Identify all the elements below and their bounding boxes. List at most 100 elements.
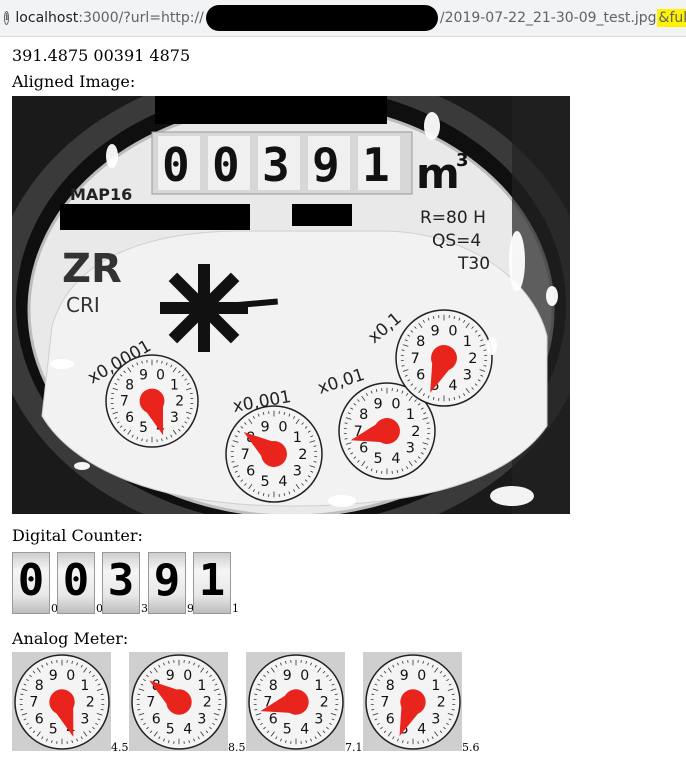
svg-text:0: 0	[300, 668, 309, 684]
svg-text:0: 0	[417, 668, 426, 684]
svg-text:3: 3	[293, 464, 302, 480]
analog-value-3: 7.1	[345, 741, 363, 754]
counter-digit-1: 0	[162, 138, 190, 192]
svg-text:3: 3	[170, 410, 179, 426]
spec-line-2: QS=4	[432, 231, 481, 251]
svg-text:0: 0	[66, 668, 75, 684]
svg-text:6: 6	[125, 410, 134, 426]
svg-text:2: 2	[468, 351, 477, 367]
unit-exponent: 3	[456, 150, 469, 171]
analog-dial-3: 0123456789	[246, 652, 345, 751]
digit-tile-1: 0	[12, 552, 50, 614]
svg-text:9: 9	[283, 668, 292, 684]
analog-value-1: 4.5	[111, 741, 129, 754]
svg-text:3: 3	[80, 711, 89, 727]
info-icon[interactable]: i	[4, 11, 10, 25]
svg-text:9: 9	[139, 367, 148, 383]
svg-text:1: 1	[197, 678, 206, 694]
svg-text:5: 5	[49, 722, 58, 738]
digit-value-5: 1	[232, 602, 239, 615]
svg-text:7: 7	[380, 695, 389, 711]
svg-text:2: 2	[320, 695, 329, 711]
svg-text:8: 8	[359, 407, 368, 423]
svg-text:4: 4	[278, 474, 287, 490]
svg-text:6: 6	[152, 711, 161, 727]
analog-value-2: 8.5	[228, 741, 246, 754]
digit-tile-5: 1	[193, 552, 231, 614]
svg-text:2: 2	[86, 695, 95, 711]
url-tail: /2019-07-22_21-30-09_test.jpg	[439, 10, 657, 26]
svg-text:0: 0	[156, 367, 165, 383]
svg-text:1: 1	[406, 407, 415, 423]
svg-text:0: 0	[278, 419, 287, 435]
digital-counter-label: Digital Counter:	[12, 526, 143, 545]
svg-text:5: 5	[166, 722, 175, 738]
aligned-image-label: Aligned Image:	[12, 72, 136, 91]
unit-label: m	[416, 149, 460, 198]
result-summary: 391.4875 00391 4875	[12, 46, 191, 65]
spec-line-3: T30	[457, 254, 490, 274]
svg-text:1: 1	[80, 678, 89, 694]
svg-text:3: 3	[406, 441, 415, 457]
digit-tile-2: 0	[57, 552, 95, 614]
svg-text:5: 5	[139, 420, 148, 436]
counter-digit-2: 0	[212, 138, 240, 192]
analog-dial-2: 0123456789	[129, 652, 228, 751]
model-label: MAP16	[70, 185, 132, 204]
svg-text:9: 9	[374, 396, 383, 412]
svg-text:7: 7	[241, 447, 250, 463]
aligned-meter-image: 0 0 3 9 1 m 3 MAP16 R=80 H QS=4 T30 ZR C…	[12, 96, 570, 514]
spec-line-1: R=80 H	[420, 208, 486, 228]
svg-text:1: 1	[170, 377, 179, 393]
svg-text:1: 1	[431, 678, 440, 694]
svg-text:5: 5	[261, 474, 270, 490]
counter-digit-4: 9	[312, 138, 340, 192]
svg-text:6: 6	[386, 711, 395, 727]
digit-tile-3: 3	[102, 552, 140, 614]
svg-text:2: 2	[203, 695, 212, 711]
svg-text:4: 4	[448, 378, 457, 394]
url-redaction	[205, 5, 438, 31]
svg-text:2: 2	[175, 394, 184, 410]
svg-text:9: 9	[49, 668, 58, 684]
svg-text:2: 2	[437, 695, 446, 711]
analog-meter-label: Analog Meter:	[12, 629, 129, 648]
svg-text:8: 8	[416, 334, 425, 350]
svg-text:4: 4	[300, 722, 309, 738]
svg-text:9: 9	[261, 419, 270, 435]
url-port-path: :3000/?url=http://	[78, 10, 204, 26]
url-highlight: &full	[656, 9, 686, 27]
svg-text:0: 0	[391, 396, 400, 412]
svg-text:6: 6	[359, 441, 368, 457]
svg-text:9: 9	[166, 668, 175, 684]
url-host: localhost	[15, 10, 79, 26]
browser-url-bar[interactable]: i localhost :3000/?url=http:// /2019-07-…	[0, 0, 686, 37]
analog-dial-4: 0123456789	[363, 652, 462, 751]
svg-text:5: 5	[374, 451, 383, 467]
digit-value-3: 3	[141, 602, 148, 615]
brand-label: ZR	[62, 246, 122, 292]
svg-text:9: 9	[400, 668, 409, 684]
svg-text:1: 1	[314, 678, 323, 694]
svg-text:7: 7	[29, 695, 38, 711]
svg-text:8: 8	[386, 678, 395, 694]
svg-text:3: 3	[463, 368, 472, 384]
svg-text:5: 5	[283, 722, 292, 738]
svg-text:2: 2	[298, 447, 307, 463]
svg-text:4: 4	[183, 722, 192, 738]
url-text[interactable]: localhost :3000/?url=http:// /2019-07-22…	[15, 5, 686, 31]
svg-text:3: 3	[314, 711, 323, 727]
svg-text:6: 6	[246, 464, 255, 480]
svg-text:0: 0	[448, 323, 457, 339]
analog-dial-1: 0123456789	[12, 652, 111, 751]
svg-text:8: 8	[125, 377, 134, 393]
svg-text:3: 3	[197, 711, 206, 727]
svg-text:4: 4	[391, 451, 400, 467]
svg-text:7: 7	[146, 695, 155, 711]
counter-digit-5: 1	[362, 138, 390, 192]
svg-text:6: 6	[35, 711, 44, 727]
analog-value-4: 5.6	[462, 741, 480, 754]
svg-text:8: 8	[269, 678, 278, 694]
svg-text:0: 0	[183, 668, 192, 684]
svg-text:2: 2	[411, 424, 420, 440]
